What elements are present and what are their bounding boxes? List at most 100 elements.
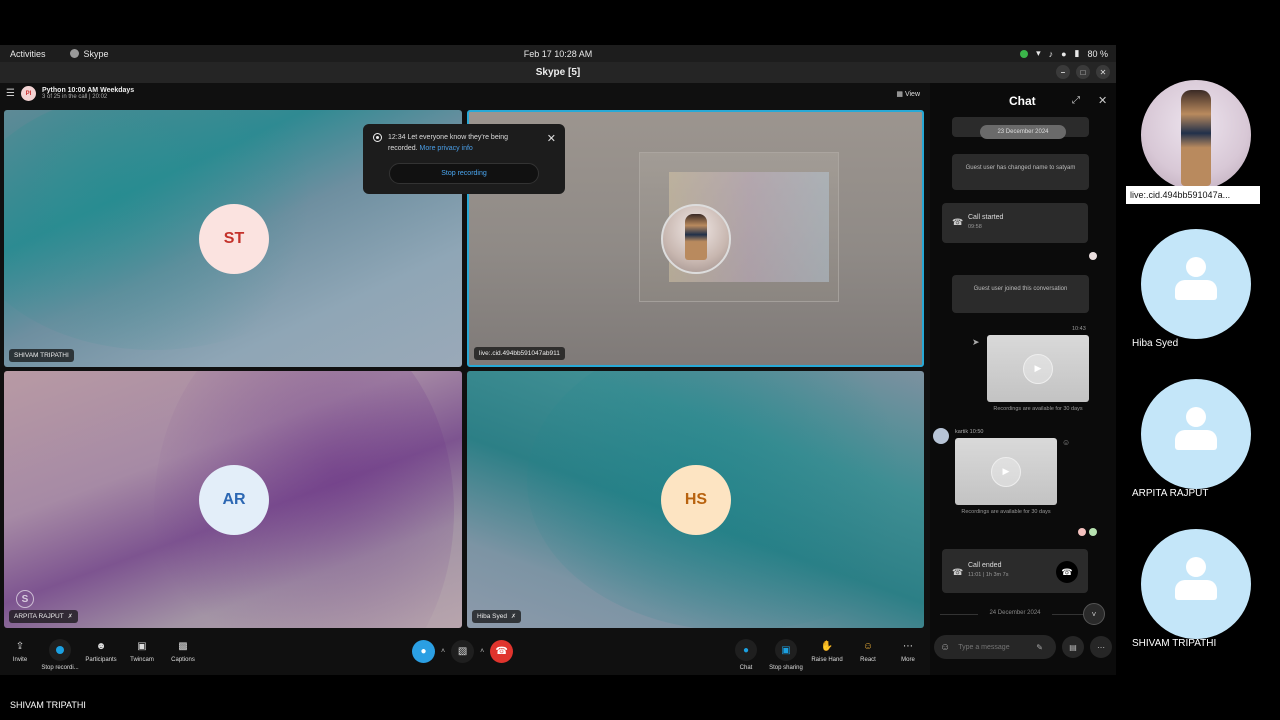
avatar: ST [199,204,269,274]
skype-app-icon [69,49,79,58]
volume-icon: ♪ [1048,48,1054,59]
participant-name: SHIVAM TRIPATHI [1132,638,1217,649]
call-status: 3 of 25 in the call | 20:02 [42,94,108,100]
captions-icon: ▩ [178,640,188,652]
grid-icon: ▦ [896,91,903,98]
phone-icon: ☎ [952,567,964,577]
close-icon[interactable]: ✕ [1098,94,1107,107]
participant-name: ARPITA RAJPUT [1132,488,1209,499]
twincam-button[interactable]: ▣ Twincam [122,639,162,664]
more-options-button[interactable]: ⋯ [1090,636,1112,658]
menu-icon[interactable]: ☰ [6,88,15,99]
view-label: View [904,91,920,98]
raise-hand-button[interactable]: ✋ Raise Hand [807,639,847,664]
play-icon[interactable]: ▶ [1023,353,1053,384]
chat-button[interactable]: ● Chat [726,639,766,671]
participants-button[interactable]: ☻ Participants [81,639,121,664]
play-icon[interactable]: ▶ [991,456,1021,487]
media-controls: ● ˄ ▧ ˄ ☎ [412,640,514,663]
view-button[interactable]: ▦ View [896,90,920,98]
maximize-button[interactable]: □ [1076,65,1090,79]
default-avatar-body [1175,430,1217,450]
mic-options-chevron-icon[interactable]: ˄ [441,648,445,655]
recording-notification: 12:34 Let everyone know they're being re… [363,124,565,194]
chevron-down-icon[interactable]: ˅ [1083,603,1105,625]
call-started-card[interactable]: ☎ Call started 09:58 [942,203,1088,243]
read-receipts [1078,528,1097,536]
participant-avatar[interactable] [1141,529,1251,639]
pen-icon[interactable]: ✎ [1036,643,1043,652]
message-time: 10:43 [1072,326,1086,332]
close-icon[interactable]: ✕ [547,132,556,145]
invite-label: Invite [12,657,28,663]
participant-name: live:.cid.494bb591047ab911 [479,350,560,357]
participants-label: Participants [85,657,117,663]
camera-off-button[interactable]: ▧ [451,640,475,663]
date-pill: 23 December 2024 [980,125,1066,139]
end-call-button[interactable]: ☎ [490,640,514,663]
default-avatar-body [1175,580,1217,600]
mic-muted-icon: ✗ [67,614,73,620]
stop-recording-control[interactable]: Stop recordi... [40,639,80,671]
react-button[interactable]: ☺ React [848,639,888,664]
avatar[interactable] [933,428,949,444]
default-avatar-icon [1186,557,1206,577]
system-message-joined: Guest user joined this conversation [952,275,1089,313]
video-tile-hiba[interactable]: HS Hiba Syed ✗ [467,371,924,628]
recording-time: 12:34 [388,134,406,141]
window-controls: – □ ✕ [1056,65,1110,79]
privacy-info-link[interactable]: More privacy info [420,145,473,152]
react-label: React [860,657,876,663]
twincam-label: Twincam [130,657,154,663]
emoji-icon[interactable]: ☺ [940,642,950,653]
recording-thumbnail[interactable]: ▶ [987,335,1089,402]
default-avatar-body [1175,280,1217,300]
captions-button[interactable]: ▩ Captions [163,639,203,664]
participant-name-badge: Hiba Syed ✗ [472,610,522,623]
stop-recording-label: Stop recordi... [41,665,79,671]
minimize-button[interactable]: – [1056,65,1070,79]
participant-name: Hiba Syed [477,613,507,620]
close-window-button[interactable]: ✕ [1096,65,1110,79]
more-button[interactable]: ⋯ More [888,639,928,664]
group-avatar[interactable]: PI [21,86,36,101]
stop-recording-button[interactable]: Stop recording [389,163,539,184]
screen: Activities Skype Feb 17 10:28 AM ▾ ♪ ● ▮… [0,0,1280,720]
activities-button[interactable]: Activities [10,49,46,59]
clock[interactable]: Feb 17 10:28 AM [524,49,593,59]
participant-name: Hiba Syed [1132,338,1179,349]
microphone-button[interactable]: ● [412,640,435,663]
record-icon [49,639,71,661]
chat-title: Chat [1009,94,1036,108]
video-tile-arpita[interactable]: S AR ARPITA RAJPUT ✗ [4,371,462,628]
mic-muted-icon: ✗ [511,614,517,620]
invite-button[interactable]: ⇪ Invite [0,639,40,664]
stop-sharing-button[interactable]: ▣ Stop sharing [766,639,806,671]
message-input[interactable] [958,643,1029,651]
group-title: Python 10:00 AM Weekdays [42,87,135,94]
screen-share-icon: ▣ [775,639,797,661]
attach-file-button[interactable]: ▤ [1062,636,1084,658]
call-back-button[interactable]: ☎ [1056,561,1078,583]
camera-options-chevron-icon[interactable]: ˄ [480,648,484,655]
call-stage: ☰ PI Python 10:00 AM Weekdays 3 of 25 in… [0,83,930,675]
twincam-icon: ▣ [137,640,147,652]
system-tray[interactable]: ▾ ♪ ● ▮ 80 % [1020,48,1108,59]
expand-icon[interactable]: ⤢ [1072,95,1080,106]
app-menu[interactable]: Skype [69,49,109,59]
participant-avatar[interactable] [1141,379,1251,489]
chat-panel: Chat ⤢ ✕ 23 December 2024 Guest user has… [930,83,1116,675]
sent-icon: ➤ [972,337,980,347]
person-photo [1181,90,1211,186]
participant-avatar-photo[interactable] [1141,80,1251,190]
participant-avatar[interactable] [1141,229,1251,339]
call-ended-card[interactable]: ☎ Call ended 11:01 | 1h 3m 7s ☎ [942,549,1088,593]
message-composer[interactable]: ☺ ✎ [934,635,1056,659]
avatar: AR [199,465,269,535]
recording-thumbnail[interactable]: ▶ [955,438,1057,505]
recording-message: 12:34 Let everyone know they're being re… [388,132,538,154]
microphone-icon: ● [1061,48,1067,59]
add-reaction-icon[interactable]: ☺ [1062,438,1070,447]
recording-caption: Recordings are available for 30 days [993,406,1083,412]
call-header: ☰ PI Python 10:00 AM Weekdays 3 of 25 in… [6,86,134,101]
